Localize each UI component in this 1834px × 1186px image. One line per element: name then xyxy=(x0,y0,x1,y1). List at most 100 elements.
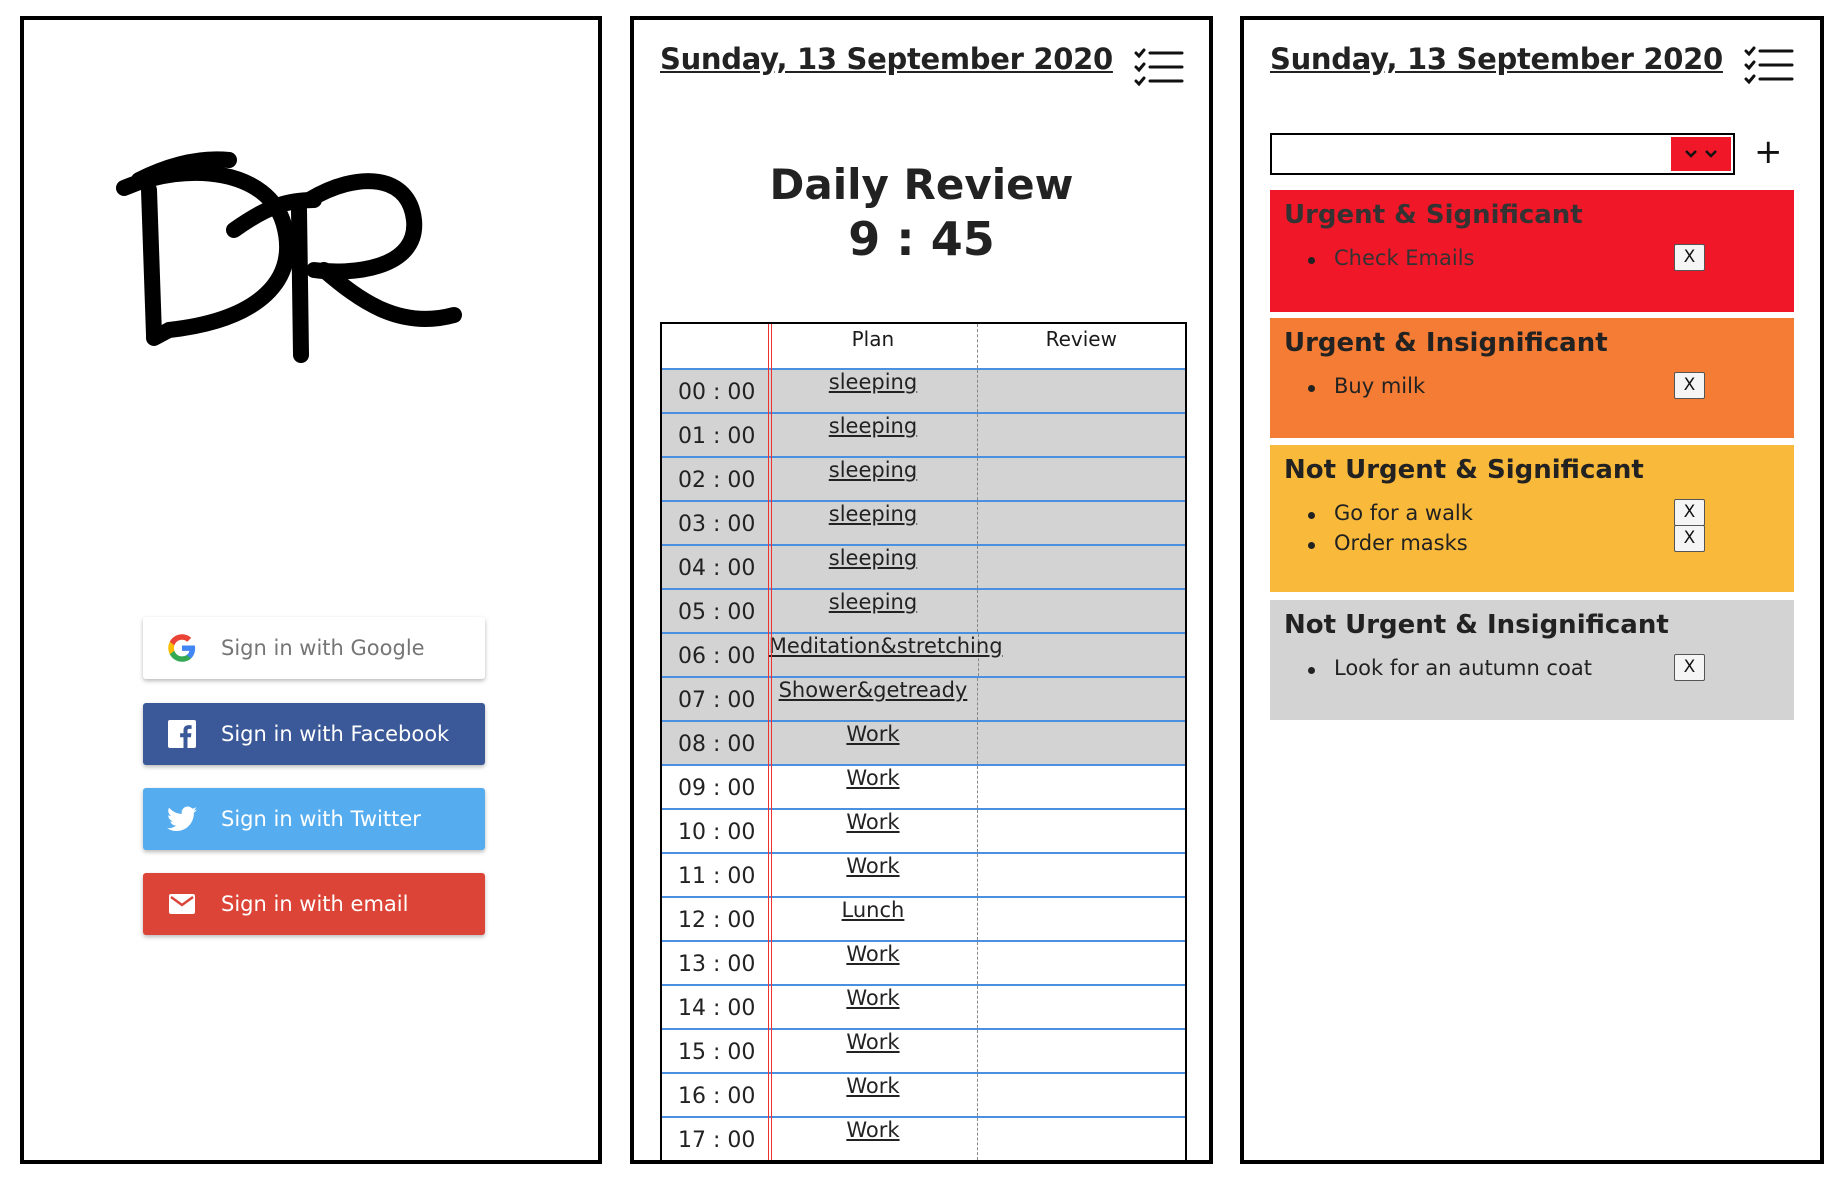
schedule-row: 12 : 00 Lunch xyxy=(662,898,1185,942)
row-time: 09 : 00 xyxy=(678,776,756,801)
chevron-down-icon xyxy=(1685,150,1697,158)
row-time: 00 : 00 xyxy=(678,380,756,405)
quadrant-title: Urgent & Significant xyxy=(1284,200,1583,230)
task-item: Go for a walk xyxy=(1308,501,1794,531)
schedule-row: 05 : 00 sleeping xyxy=(662,590,1185,634)
row-plan-entry[interactable]: Work xyxy=(769,722,978,764)
row-time: 02 : 00 xyxy=(678,468,756,493)
checklist-icon[interactable] xyxy=(1134,48,1184,88)
row-plan-entry[interactable]: Work xyxy=(769,854,978,896)
row-plan-entry[interactable]: sleeping xyxy=(769,458,978,500)
row-review-entry[interactable] xyxy=(978,986,1185,1028)
app-logo: DR xyxy=(116,151,462,363)
task-list: Go for a walk Order masks xyxy=(1270,485,1794,561)
row-review-entry[interactable] xyxy=(979,634,1185,676)
row-review-entry[interactable] xyxy=(978,898,1185,940)
row-review-entry[interactable] xyxy=(978,458,1185,500)
row-time: 08 : 00 xyxy=(678,732,756,757)
row-review-entry[interactable] xyxy=(978,370,1185,412)
row-plan-entry[interactable]: Work xyxy=(769,1030,978,1072)
remove-task-button[interactable]: X xyxy=(1674,499,1705,526)
schedule-header: Plan Review xyxy=(662,324,1185,368)
checklist-icon[interactable] xyxy=(1744,46,1794,86)
row-review-entry[interactable] xyxy=(978,590,1185,632)
quadrant-not-urgent-insignificant: Not Urgent & Insignificant Look for an au… xyxy=(1270,600,1794,720)
row-time: 11 : 00 xyxy=(678,864,756,889)
bullet-icon xyxy=(1308,385,1315,392)
row-plan-entry[interactable]: Work xyxy=(769,810,978,852)
row-review-entry[interactable] xyxy=(978,854,1185,896)
plan-column-header: Plan xyxy=(769,324,978,368)
task-category-select[interactable] xyxy=(1270,133,1735,175)
row-plan-entry[interactable]: Shower&getready xyxy=(769,678,978,720)
row-review-entry[interactable] xyxy=(978,1030,1185,1072)
quadrant-urgent-significant: Urgent & Significant Check Emails X xyxy=(1270,190,1794,312)
schedule-row: 11 : 00 Work xyxy=(662,854,1185,898)
twitter-icon xyxy=(143,806,221,832)
row-review-entry[interactable] xyxy=(978,1074,1185,1116)
row-review-entry[interactable] xyxy=(978,1118,1185,1160)
remove-task-button[interactable]: X xyxy=(1674,244,1705,271)
tasks-date-link[interactable]: Sunday, 13 September 2020 xyxy=(1270,42,1723,76)
row-plan-entry[interactable]: sleeping xyxy=(769,414,978,456)
schedule-grid: Plan Review 00 : 00 sleeping 01 : 00 sleepi… xyxy=(660,322,1187,1164)
row-time: 16 : 00 xyxy=(678,1084,756,1109)
row-time: 17 : 00 xyxy=(678,1128,756,1153)
email-signin-label: Sign in with email xyxy=(221,892,409,916)
row-plan-entry[interactable]: sleeping xyxy=(769,546,978,588)
email-signin-button[interactable]: Sign in with email xyxy=(143,873,485,935)
facebook-signin-label: Sign in with Facebook xyxy=(221,722,450,746)
schedule-row: 00 : 00 sleeping xyxy=(662,370,1185,414)
row-review-entry[interactable] xyxy=(978,678,1185,720)
add-task-button[interactable]: + xyxy=(1754,132,1783,172)
twitter-signin-label: Sign in with Twitter xyxy=(221,807,421,831)
task-item: Check Emails xyxy=(1308,246,1794,276)
schedule-row: 01 : 00 sleeping xyxy=(662,414,1185,458)
row-plan-entry[interactable]: Meditation&stretching xyxy=(769,634,1003,676)
row-plan-entry[interactable]: sleeping xyxy=(769,590,978,632)
row-time xyxy=(662,1162,769,1164)
row-plan-entry[interactable]: Work xyxy=(769,766,978,808)
row-plan-entry[interactable]: Work xyxy=(769,1118,978,1160)
schedule-row: 13 : 00 Work xyxy=(662,942,1185,986)
row-review-entry[interactable] xyxy=(978,942,1185,984)
row-plan-entry[interactable]: Work xyxy=(769,986,978,1028)
row-review-entry[interactable] xyxy=(978,810,1185,852)
row-review-entry[interactable] xyxy=(978,502,1185,544)
row-plan-entry[interactable]: Work xyxy=(769,1074,978,1116)
row-plan-entry[interactable]: Lunch xyxy=(769,898,978,940)
schedule-row: 02 : 00 sleeping xyxy=(662,458,1185,502)
row-time: 15 : 00 xyxy=(678,1040,756,1065)
daily-review-screen: Sunday, 13 September 2020 Daily Review 9… xyxy=(630,16,1213,1164)
schedule-row: 03 : 00 sleeping xyxy=(662,502,1185,546)
row-plan-entry[interactable]: Work xyxy=(769,942,978,984)
quadrant-title: Not Urgent & Significant xyxy=(1284,455,1644,485)
remove-task-button[interactable]: X xyxy=(1674,372,1705,399)
bullet-icon xyxy=(1308,257,1315,264)
row-review-entry[interactable] xyxy=(978,1162,1185,1164)
schedule-row: 09 : 00 Work xyxy=(662,766,1185,810)
row-review-entry[interactable] xyxy=(978,546,1185,588)
select-arrows xyxy=(1671,137,1731,171)
remove-task-button[interactable]: X xyxy=(1674,525,1705,552)
remove-task-button[interactable]: X xyxy=(1674,654,1705,681)
task-item: Look for an autumn coat xyxy=(1308,656,1794,686)
bullet-icon xyxy=(1308,542,1315,549)
facebook-signin-button[interactable]: Sign in with Facebook xyxy=(143,703,485,765)
review-date-link[interactable]: Sunday, 13 September 2020 xyxy=(660,42,1113,76)
schedule-row: 14 : 00 Work xyxy=(662,986,1185,1030)
schedule-row: 17 : 00 Work xyxy=(662,1118,1185,1160)
task-list: Check Emails xyxy=(1270,230,1794,276)
row-time: 13 : 00 xyxy=(678,952,756,977)
row-review-entry[interactable] xyxy=(978,722,1185,764)
row-plan-entry[interactable]: sleeping xyxy=(769,502,978,544)
task-text: Check Emails xyxy=(1334,246,1475,270)
row-review-entry[interactable] xyxy=(978,766,1185,808)
google-signin-button[interactable]: Sign in with Google xyxy=(143,617,485,679)
row-review-entry[interactable] xyxy=(978,414,1185,456)
row-plan-entry[interactable] xyxy=(769,1162,977,1164)
task-text: Buy milk xyxy=(1334,374,1426,398)
twitter-signin-button[interactable]: Sign in with Twitter xyxy=(143,788,485,850)
row-plan-entry[interactable]: sleeping xyxy=(769,370,978,412)
task-text: Look for an autumn coat xyxy=(1334,656,1592,680)
